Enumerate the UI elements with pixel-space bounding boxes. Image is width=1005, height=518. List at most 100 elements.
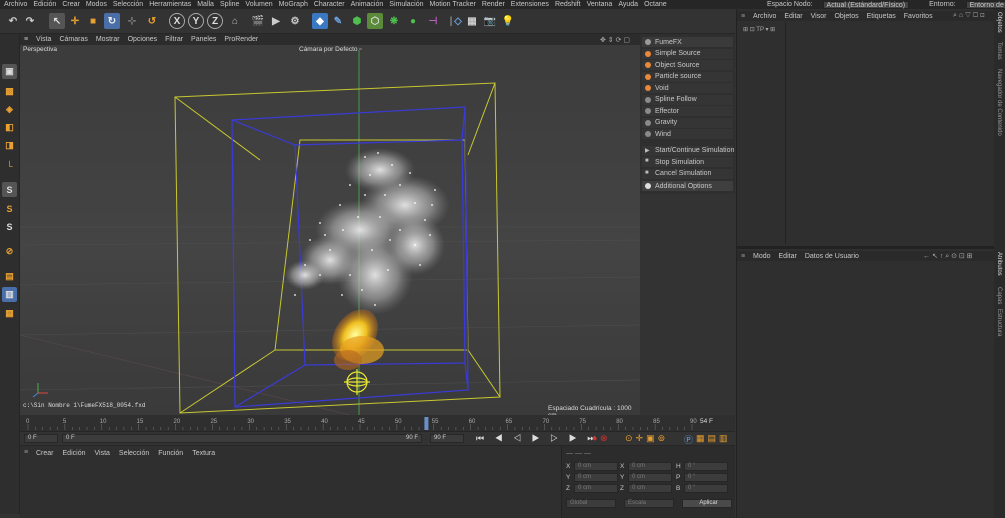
right-side-tab[interactable]: Capas: [996, 287, 1002, 304]
viewport-menu-item[interactable]: Mostrar: [96, 36, 120, 43]
menu-item[interactable]: Simulación: [389, 1, 423, 8]
simulation-button[interactable]: ■ Stop Simulation: [642, 157, 733, 167]
key-tools[interactable]: ⊙✛▣⊚: [625, 433, 668, 444]
fumefx-item[interactable]: Particle source: [642, 71, 733, 82]
attributes-nav-icons[interactable]: ← ↖ ↑ ⌕ ⊙ ⊡ ⊞: [923, 252, 973, 261]
material-menu-item[interactable]: Vista: [94, 450, 109, 457]
menu-item[interactable]: Volumen: [245, 1, 272, 8]
planar-workplane-icon[interactable]: ▦: [2, 306, 17, 321]
object-manager-menu-item[interactable]: Etiquetas: [867, 13, 896, 20]
coord-mode-dropdown[interactable]: Global: [566, 499, 616, 508]
camera-icon[interactable]: 📷: [482, 13, 498, 29]
menu-item[interactable]: Motion Tracker: [430, 1, 476, 8]
additional-options-toggle[interactable]: Additional Options: [642, 181, 733, 191]
viewport-menu-item[interactable]: Paneles: [191, 36, 216, 43]
redo-icon[interactable]: ↷: [22, 13, 38, 29]
scale-mode-dropdown[interactable]: Escala: [624, 499, 674, 508]
timeline-extra-icons[interactable]: ▦▤▥: [696, 433, 731, 444]
fumefx-item[interactable]: Wind: [642, 129, 733, 139]
fumefx-item[interactable]: Object Source: [642, 60, 733, 70]
start-frame-field[interactable]: 0 F: [24, 434, 58, 443]
right-side-tab[interactable]: Navegador de Contenido: [996, 69, 1002, 136]
recent-tool-icon[interactable]: ↺: [144, 13, 160, 29]
texture-mode-icon[interactable]: ▩: [2, 84, 17, 99]
fumefx-item[interactable]: FumeFX: [642, 37, 733, 47]
render-settings-icon[interactable]: ⚙: [287, 13, 303, 29]
material-menu-item[interactable]: Función: [158, 450, 183, 457]
cube-icon[interactable]: ◆: [312, 13, 328, 29]
select-tool-icon[interactable]: ↖: [49, 13, 65, 29]
object-manager-filter-icons[interactable]: ⊞ ⊡ TP ▾ ⊞: [743, 26, 775, 33]
viewport-menu-item[interactable]: Cámaras: [59, 36, 87, 43]
menu-item[interactable]: Render: [482, 1, 505, 8]
coord-field[interactable]: 0 °: [684, 473, 728, 482]
camera-label[interactable]: Cámara por Defecto ▫: [299, 46, 362, 53]
live-select-icon[interactable]: ⊹: [124, 13, 140, 29]
playback-controls[interactable]: ⏮ ◀ ◁ ▶ ▷ ▶ ⏭: [476, 433, 599, 444]
right-side-tab[interactable]: Tomas: [996, 42, 1002, 60]
attributes-grip-icon[interactable]: ≡: [741, 253, 745, 260]
menu-item[interactable]: Modos: [86, 1, 107, 8]
menu-item[interactable]: Extensiones: [511, 1, 549, 8]
viewport-grip-icon[interactable]: ≡: [24, 36, 28, 43]
fumefx-item[interactable]: Gravity: [642, 117, 733, 128]
menu-item[interactable]: Archivo: [4, 1, 27, 8]
attributes-menu-item[interactable]: Datos de Usuario: [805, 253, 859, 260]
workplane-icon[interactable]: ⊘: [2, 244, 17, 259]
z-axis-lock-button[interactable]: Z: [207, 13, 223, 29]
model-mode-icon[interactable]: ▣: [2, 64, 17, 79]
menu-item[interactable]: Ayuda: [618, 1, 638, 8]
node-space-dropdown[interactable]: Actual (Estándard/Físico): [822, 0, 910, 9]
material-menu-item[interactable]: Crear: [36, 450, 54, 457]
rotate-icon[interactable]: ↻: [104, 13, 120, 29]
menu-item[interactable]: Edición: [33, 1, 56, 8]
timeline[interactable]: 0 5 10 15 20 25 30 35 40 45 50 55 60 65 70 75 80 85 90 54 …: [20, 415, 735, 431]
menu-item[interactable]: Malla: [197, 1, 214, 8]
coord-field[interactable]: 0 cm: [628, 473, 672, 482]
undo-icon[interactable]: ↶: [5, 13, 21, 29]
coord-field[interactable]: 0 °: [684, 484, 728, 493]
record-buttons[interactable]: ● ⊗: [592, 433, 608, 444]
subdivision-icon[interactable]: ⬢: [349, 13, 365, 29]
coord-field[interactable]: 0 cm: [628, 462, 672, 471]
menu-item[interactable]: Selección: [113, 1, 143, 8]
viewport-menu-item[interactable]: Vista: [36, 36, 51, 43]
material-menu-item[interactable]: Edición: [63, 450, 86, 457]
x-axis-lock-button[interactable]: X: [169, 13, 185, 29]
menu-item[interactable]: Redshift: [555, 1, 581, 8]
simulation-button[interactable]: ■ Cancel Simulation: [642, 168, 733, 179]
coord-field[interactable]: 0 cm: [574, 462, 618, 471]
pen-icon[interactable]: ✎: [330, 13, 346, 29]
viewport-menu-item[interactable]: Opciones: [128, 36, 158, 43]
menu-item[interactable]: Character: [314, 1, 345, 8]
render-picture-viewer-icon[interactable]: ▶: [268, 13, 284, 29]
coord-field[interactable]: 0 cm: [574, 484, 618, 493]
menu-item[interactable]: Animación: [351, 1, 384, 8]
edges-mode-icon[interactable]: ◧: [2, 120, 17, 135]
object-manager-menu-item[interactable]: Favoritos: [904, 13, 933, 20]
material-menu-item[interactable]: Textura: [192, 450, 215, 457]
menu-item[interactable]: Crear: [62, 1, 80, 8]
snap-icon[interactable]: S: [2, 182, 17, 197]
coord-field[interactable]: 0 cm: [628, 484, 672, 493]
fumefx-item[interactable]: Simple Source: [642, 48, 733, 59]
timeline-ruler[interactable]: 0 5 10 15 20 25 30 35 40 45 50 55 60 65 70 75 80 85 90: [20, 415, 735, 431]
locked-workplane-icon[interactable]: ▥: [2, 287, 17, 302]
viewport-nav-icons[interactable]: ✥ ⇕ ⟳ ▢: [600, 36, 630, 44]
scene-icon[interactable]: ⊣: [425, 13, 441, 29]
panel-splitter[interactable]: [737, 246, 995, 249]
field-icon[interactable]: ●: [405, 13, 421, 29]
timeline-playhead[interactable]: [424, 417, 429, 430]
fumefx-item[interactable]: Spline Follow: [642, 94, 733, 105]
attributes-menu-item[interactable]: Editar: [779, 253, 797, 260]
object-manager-menu-item[interactable]: Visor: [811, 13, 827, 20]
viewport-menu-item[interactable]: ProRender: [224, 36, 258, 43]
y-axis-lock-button[interactable]: Y: [188, 13, 204, 29]
material-grip-icon[interactable]: ≡: [24, 449, 28, 456]
object-manager-tools[interactable]: ⌕ ⌂ ▽ ▢ ⊡: [953, 12, 985, 20]
object-manager-menu-item[interactable]: Archivo: [753, 13, 776, 20]
environment-icon[interactable]: ▦: [464, 13, 480, 29]
axis-mode-icon[interactable]: └: [2, 158, 17, 173]
fumefx-item[interactable]: Void: [642, 83, 733, 93]
right-side-tab[interactable]: Atributos: [996, 252, 1002, 276]
